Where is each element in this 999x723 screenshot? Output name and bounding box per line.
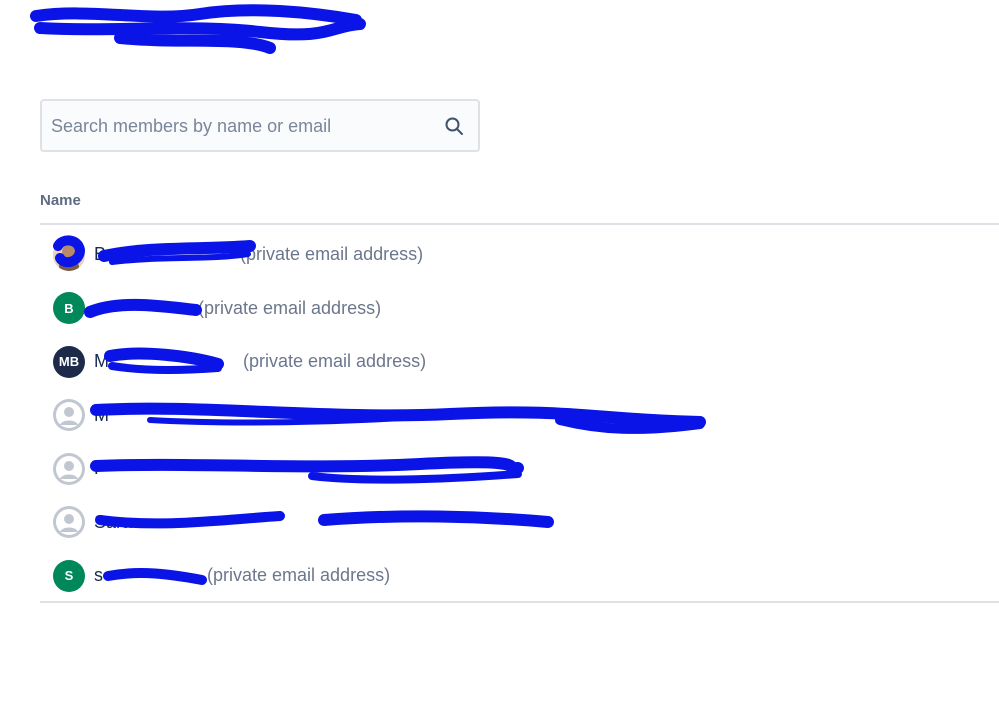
avatar: MB: [53, 345, 85, 378]
redacted-title: [30, 4, 366, 54]
member-text: Be (private email address): [94, 244, 423, 265]
member-name: F: [94, 458, 105, 479]
column-header-name[interactable]: Name: [40, 192, 81, 209]
member-list: Be (private email address) B (private ema…: [40, 228, 999, 603]
member-text: M (private email address): [94, 351, 426, 372]
member-email-note: (private email address): [207, 565, 391, 586]
member-row: M: [40, 389, 999, 443]
default-user-icon: [53, 399, 85, 432]
member-name: Sara: [94, 511, 133, 532]
member-name: s: [94, 565, 103, 586]
member-name: Be: [94, 244, 117, 265]
member-row: F: [40, 442, 999, 496]
default-user-icon: [53, 452, 85, 485]
search-icon[interactable]: [444, 116, 464, 136]
member-email-note: (private email address): [198, 297, 382, 318]
member-search-box[interactable]: [40, 99, 480, 152]
header-divider: [40, 223, 999, 225]
member-row: B (private email address): [40, 282, 999, 336]
member-email-note: (private email address): [240, 244, 424, 265]
avatar: B: [53, 292, 85, 325]
member-row: S s (private email address): [40, 549, 999, 603]
avatar: [53, 238, 85, 271]
member-text: (private email address): [94, 298, 381, 319]
member-text: F: [94, 458, 109, 479]
member-text: s (private email address): [94, 565, 390, 586]
member-name: M: [94, 351, 109, 372]
member-text: M: [94, 405, 113, 426]
member-name: M: [94, 404, 109, 425]
member-row: Be (private email address): [40, 228, 999, 282]
avatar: S: [53, 559, 85, 592]
list-bottom-divider: [40, 601, 999, 603]
search-input[interactable]: [51, 111, 421, 141]
member-text: Sara: [94, 512, 136, 533]
default-user-icon: [53, 506, 85, 539]
member-email-note: (private email address): [243, 351, 427, 372]
member-row: MB M (private email address): [40, 335, 999, 389]
member-row: Sara: [40, 496, 999, 550]
